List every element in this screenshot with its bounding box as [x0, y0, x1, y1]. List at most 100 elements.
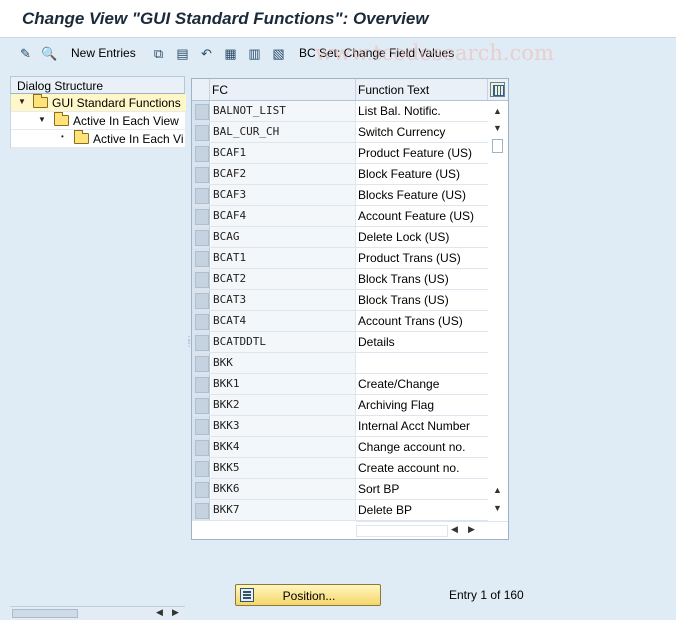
table-row[interactable]: BCAF3 Blocks Feature (US) [192, 185, 488, 206]
scroll-left-icon[interactable]: ◀ [451, 524, 458, 535]
row-selector[interactable] [192, 269, 210, 289]
row-selector[interactable] [192, 479, 210, 499]
table-row[interactable]: BAL_CUR_CH Switch Currency [192, 122, 488, 143]
cell-function-text[interactable]: Details [356, 332, 488, 352]
table-row[interactable]: BKK6 Sort BP [192, 479, 488, 500]
cell-function-text[interactable]: Create/Change [356, 374, 488, 394]
row-selector[interactable] [192, 500, 210, 520]
new-entries-button[interactable]: New Entries [71, 46, 136, 60]
cell-function-text[interactable]: Product Feature (US) [356, 143, 488, 163]
table-row[interactable]: BKK1 Create/Change [192, 374, 488, 395]
bc-set-change-field-values-button[interactable]: BC Set: Change Field Values [299, 46, 454, 60]
row-selector[interactable] [192, 227, 210, 247]
scroll-right-icon[interactable]: ▶ [468, 524, 475, 535]
scroll-left-icon[interactable]: ◀ [156, 607, 163, 618]
scroll-up-icon[interactable]: ▲ [493, 485, 502, 495]
table-row[interactable]: BCAF4 Account Feature (US) [192, 206, 488, 227]
collapse-icon[interactable]: ▼ [18, 97, 28, 107]
row-selector[interactable] [192, 290, 210, 310]
row-selector[interactable] [192, 101, 210, 121]
table-row[interactable]: BCAF2 Block Feature (US) [192, 164, 488, 185]
select-all-cell[interactable] [192, 79, 210, 100]
panel-splitter[interactable]: ⋮ ⋮ [185, 336, 193, 356]
cell-function-text[interactable]: Switch Currency [356, 122, 488, 142]
table-vscrollbar[interactable]: ▲ ▼ ▲ ▼ [488, 101, 508, 521]
table-row[interactable]: BCAT3 Block Trans (US) [192, 290, 488, 311]
table-row[interactable]: BKK7 Delete BP [192, 500, 488, 521]
table-row[interactable]: BCAT2 Block Trans (US) [192, 269, 488, 290]
scroll-thumb[interactable] [492, 139, 503, 153]
row-selector[interactable] [192, 248, 210, 268]
select-block-icon[interactable]: ▥ [246, 45, 263, 62]
cell-function-text[interactable]: Account Feature (US) [356, 206, 488, 226]
row-selector[interactable] [192, 164, 210, 184]
cell-function-text[interactable]: Block Feature (US) [356, 164, 488, 184]
cell-function-text[interactable]: Archiving Flag [356, 395, 488, 415]
display-find-icon[interactable]: 🔍 [41, 45, 58, 62]
column-header-function-text[interactable]: Function Text [358, 83, 429, 97]
position-button[interactable]: Position... [235, 584, 381, 606]
row-selector[interactable] [192, 332, 210, 352]
cell-fc: BKK5 [211, 458, 356, 478]
cell-fc: BCAT3 [211, 290, 356, 310]
scroll-thumb[interactable] [12, 609, 78, 618]
cell-function-text[interactable]: List Bal. Notific. [356, 101, 488, 121]
row-selector[interactable] [192, 185, 210, 205]
table-row[interactable]: BCAT4 Account Trans (US) [192, 311, 488, 332]
row-selector[interactable] [192, 458, 210, 478]
table-row[interactable]: BCAF1 Product Feature (US) [192, 143, 488, 164]
table-row[interactable]: BKK3 Internal Acct Number [192, 416, 488, 437]
cell-function-text[interactable] [356, 353, 488, 373]
tree-node-gui-standard-functions[interactable]: ▼ GUI Standard Functions [11, 94, 186, 112]
row-selector[interactable] [192, 143, 210, 163]
cell-function-text[interactable]: Account Trans (US) [356, 311, 488, 331]
scroll-down-icon[interactable]: ▼ [493, 123, 502, 133]
table-row[interactable]: BCATDDTL Details [192, 332, 488, 353]
cell-function-text[interactable]: Change account no. [356, 437, 488, 457]
cell-function-text[interactable]: Internal Acct Number [356, 416, 488, 436]
table-row[interactable]: BKK2 Archiving Flag [192, 395, 488, 416]
cell-function-text[interactable]: Create account no. [356, 458, 488, 478]
table-row[interactable]: BKK4 Change account no. [192, 437, 488, 458]
row-selector[interactable] [192, 437, 210, 457]
scroll-down-icon[interactable]: ▼ [493, 503, 502, 513]
table-settings-icon[interactable] [490, 82, 505, 97]
cell-function-text[interactable]: Delete Lock (US) [356, 227, 488, 247]
scroll-up-icon[interactable]: ▲ [493, 106, 502, 116]
copy-icon[interactable]: ⧉ [150, 45, 167, 62]
row-selector[interactable] [192, 311, 210, 331]
cell-function-text[interactable]: Block Trans (US) [356, 269, 488, 289]
tree-node-label: GUI Standard Functions [52, 96, 181, 110]
collapse-icon[interactable]: ▼ [38, 115, 48, 125]
table-row[interactable]: BCAG Delete Lock (US) [192, 227, 488, 248]
cell-fc: BCAF1 [211, 143, 356, 163]
row-selector[interactable] [192, 395, 210, 415]
row-selector[interactable] [192, 353, 210, 373]
tree-node-active-in-each-vi[interactable]: • Active In Each Vi [11, 130, 186, 148]
undo-icon[interactable]: ↶ [198, 45, 215, 62]
tree-node-active-in-each-view[interactable]: ▼ Active In Each View [11, 112, 186, 130]
table-row[interactable]: BALNOT_LIST List Bal. Notific. [192, 101, 488, 122]
row-selector[interactable] [192, 206, 210, 226]
dialog-structure-header: Dialog Structure [10, 76, 185, 94]
scroll-right-icon[interactable]: ▶ [172, 607, 179, 618]
delete-icon[interactable]: ▤ [174, 45, 191, 62]
cell-function-text[interactable]: Delete BP [356, 500, 488, 520]
table-row[interactable]: BCAT1 Product Trans (US) [192, 248, 488, 269]
scroll-track[interactable] [356, 525, 448, 537]
row-selector[interactable] [192, 416, 210, 436]
select-all-icon[interactable]: ▦ [222, 45, 239, 62]
row-selector[interactable] [192, 122, 210, 142]
dialog-structure-hscrollbar[interactable]: ◀ ▶ [10, 606, 185, 620]
cell-function-text[interactable]: Sort BP [356, 479, 488, 499]
cell-function-text[interactable]: Block Trans (US) [356, 290, 488, 310]
column-header-fc[interactable]: FC [212, 83, 228, 97]
row-selector[interactable] [192, 374, 210, 394]
deselect-all-icon[interactable]: ▧ [270, 45, 287, 62]
cell-function-text[interactable]: Blocks Feature (US) [356, 185, 488, 205]
table-hscrollbar[interactable]: ◀ ▶ [356, 521, 508, 539]
display-change-icon[interactable]: ✎ [17, 45, 34, 62]
table-row[interactable]: BKK5 Create account no. [192, 458, 488, 479]
cell-function-text[interactable]: Product Trans (US) [356, 248, 488, 268]
table-row[interactable]: BKK [192, 353, 488, 374]
